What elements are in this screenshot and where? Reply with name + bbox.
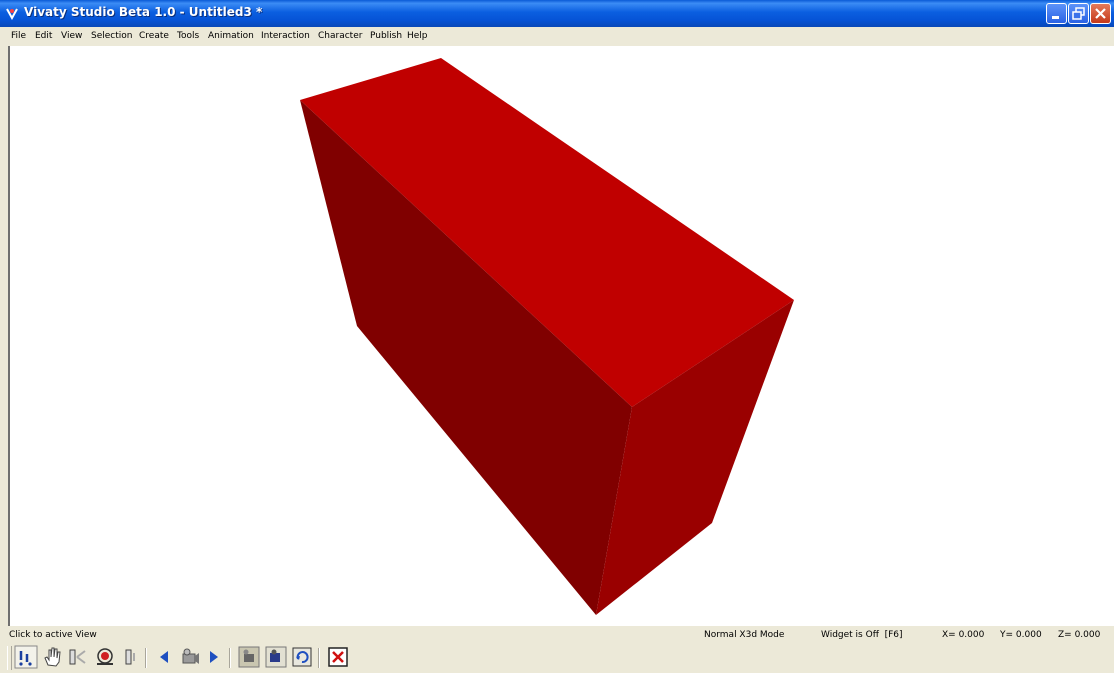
previous-viewpoint-icon[interactable] [152,645,176,669]
toolbar-separator [318,648,320,668]
stop-icon[interactable] [326,645,350,669]
menu-bar: File Edit View Selection Create Tools An… [0,27,1114,46]
status-y-coordinate: Y= 0.000 [1000,630,1042,640]
menu-create[interactable]: Create [139,31,169,41]
minimize-button[interactable] [1046,3,1067,24]
menu-publish[interactable]: Publish [370,31,402,41]
menu-tools[interactable]: Tools [177,31,199,41]
reset-view-icon[interactable] [290,645,314,669]
straighten-icon[interactable] [237,645,261,669]
menu-edit[interactable]: Edit [35,31,52,41]
status-z-coordinate: Z= 0.000 [1058,630,1101,640]
minimize-icon [1052,16,1059,19]
status-mode: Normal X3d Mode [704,630,785,640]
fit-view-icon[interactable] [264,645,288,669]
restore-icon [1072,7,1085,20]
menu-view[interactable]: View [61,31,82,41]
scene-canvas[interactable] [10,46,1114,626]
menu-selection[interactable]: Selection [91,31,132,41]
status-widget: Widget is Off [F6] [821,630,903,640]
status-bar: Click to active View Normal X3d Mode Wid… [0,626,1114,642]
next-viewpoint-icon[interactable] [202,645,226,669]
restore-button[interactable] [1068,3,1089,24]
walk-icon[interactable] [14,645,38,669]
menu-animation[interactable]: Animation [208,31,254,41]
close-icon [1095,8,1106,19]
menu-character[interactable]: Character [318,31,362,41]
pan-hand-icon[interactable] [40,645,64,669]
window-title: Vivaty Studio Beta 1.0 - Untitled3 * [24,5,263,19]
slide-icon[interactable] [64,645,88,669]
title-bar[interactable]: Vivaty Studio Beta 1.0 - Untitled3 * [0,0,1114,27]
3d-viewport[interactable] [8,46,1114,626]
navigation-toolbar [0,643,1114,673]
toolbar-grip[interactable] [7,646,12,670]
vivaty-app-icon [6,8,18,20]
status-x-coordinate: X= 0.000 [942,630,985,640]
viewpoint-camera-icon[interactable] [177,645,201,669]
examine-icon[interactable] [93,645,117,669]
status-hint: Click to active View [9,630,97,640]
toolbar-separator [145,648,147,668]
tilt-icon[interactable] [118,645,142,669]
menu-help[interactable]: Help [407,31,428,41]
menu-file[interactable]: File [11,31,26,41]
menu-interaction[interactable]: Interaction [261,31,310,41]
toolbar-separator [229,648,231,668]
close-button[interactable] [1090,3,1111,24]
